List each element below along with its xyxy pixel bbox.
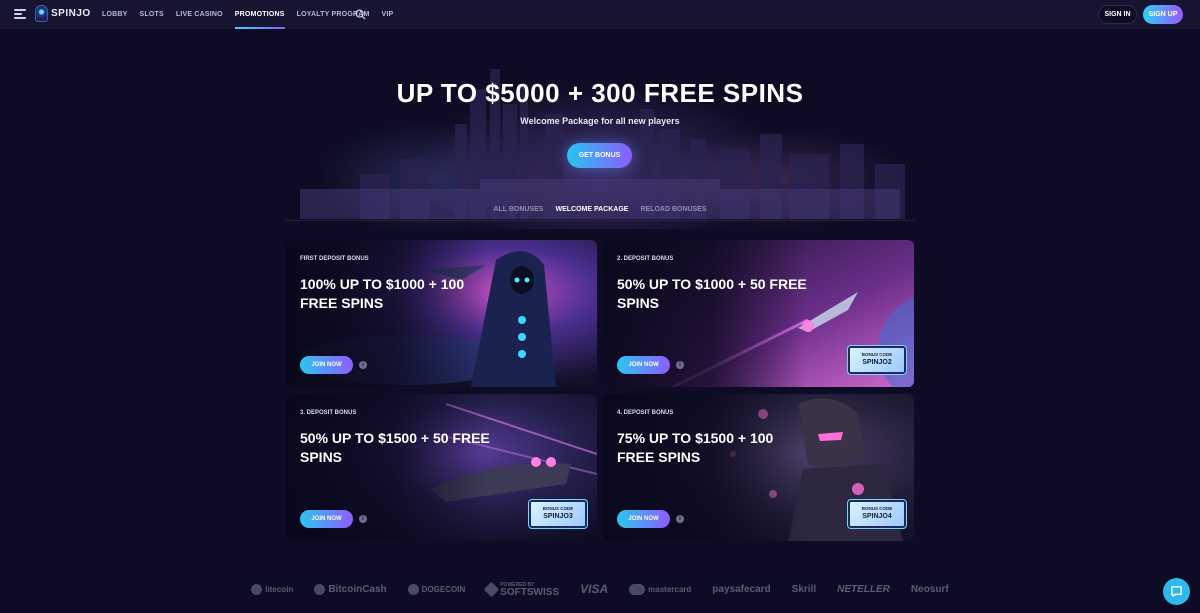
bonus-code-label: BONUS CODE [861, 352, 893, 357]
nav-item-lobby[interactable]: LOBBY [96, 0, 134, 29]
logo-text: SPINJO [51, 8, 91, 19]
bonus-card-second-deposit: 2. DEPOSIT BONUS 50% UP TO $1000 + 50 FR… [603, 240, 914, 387]
bonus-code-label: BONUS CODE [542, 506, 574, 511]
card-label: FIRST DEPOSIT BONUS [300, 256, 369, 262]
info-icon[interactable]: i [676, 361, 684, 369]
info-icon[interactable]: i [676, 515, 684, 523]
join-now-button[interactable]: JOIN NOW [617, 510, 670, 528]
join-now-button[interactable]: JOIN NOW [617, 356, 670, 374]
payment-skrill: Skrill [791, 583, 817, 595]
nav-item-vip[interactable]: VIP [376, 0, 400, 29]
card-label: 2. DEPOSIT BONUS [617, 256, 674, 262]
bonus-code-value: SPINJO2 [862, 359, 892, 366]
info-icon[interactable]: i [359, 515, 367, 523]
sign-up-button[interactable]: SIGN UP [1143, 5, 1183, 24]
card-title: 75% UP TO $1500 + 100 FREE SPINS [617, 430, 774, 465]
live-chat-button[interactable] [1163, 578, 1190, 605]
payment-methods-row: litecoin BitcoinCash DOGECOIN POWERED BY… [0, 581, 1200, 598]
hamburger-menu-icon[interactable] [14, 9, 26, 19]
card-title: 50% UP TO $1500 + 50 FREE SPINS [300, 430, 490, 465]
payment-paysafecard: paysafecard [712, 583, 771, 595]
alien-logo-icon [35, 5, 48, 22]
get-bonus-button[interactable]: GET BONUS [567, 143, 632, 168]
search-icon[interactable] [355, 9, 366, 20]
payment-litecoin: litecoin [251, 583, 293, 595]
bonus-card-third-deposit: 3. DEPOSIT BONUS 50% UP TO $1500 + 50 FR… [286, 394, 597, 541]
nav-item-promotions[interactable]: PROMOTIONS [229, 0, 291, 29]
bitcoincash-icon [314, 583, 326, 595]
payment-neteller: NETELLER [837, 583, 890, 595]
bonus-card-fourth-deposit: 4. DEPOSIT BONUS 75% UP TO $1500 + 100 F… [603, 394, 914, 541]
softswiss-icon [483, 581, 500, 597]
payment-dogecoin: DOGECOIN [407, 583, 465, 595]
litecoin-icon [251, 583, 263, 595]
payment-neosurf: Neosurf [910, 583, 949, 595]
tabs-divider [285, 220, 915, 221]
main-nav: LOBBY SLOTS LIVE CASINO PROMOTIONS LOYAL… [96, 0, 399, 29]
payment-bitcoincash: BitcoinCash [314, 583, 387, 595]
card-label: 4. DEPOSIT BONUS [617, 410, 674, 416]
bonus-code-value: SPINJO3 [543, 513, 573, 520]
tab-reload-bonuses[interactable]: RELOAD BONUSES [640, 206, 706, 218]
nav-item-live-casino[interactable]: LIVE CASINO [170, 0, 229, 29]
sign-in-button[interactable]: SIGN IN [1098, 5, 1137, 24]
hero-title: UP TO $5000 + 300 FREE SPINS [396, 78, 804, 108]
tab-welcome-package[interactable]: WELCOME PACKAGE [555, 206, 628, 218]
hero-subtitle: Welcome Package for all new players [520, 116, 680, 126]
bonus-code-badge[interactable]: BONUS CODE SPINJO4 [847, 499, 907, 529]
nav-item-slots[interactable]: SLOTS [134, 0, 170, 29]
card-label: 3. DEPOSIT BONUS [300, 410, 357, 416]
payment-mastercard: mastercard [629, 583, 691, 595]
logo[interactable]: SPINJO [35, 5, 91, 22]
promotion-tabs: ALL BONUSES WELCOME PACKAGE RELOAD BONUS… [0, 206, 1200, 218]
payment-visa: VISA [580, 582, 609, 596]
bonus-code-badge[interactable]: BONUS CODE SPINJO2 [847, 345, 907, 375]
card-title: 50% UP TO $1000 + 50 FREE SPINS [617, 276, 807, 311]
bonus-card-first-deposit: FIRST DEPOSIT BONUS 100% UP TO $1000 + 1… [286, 240, 597, 387]
mastercard-icon [629, 583, 646, 595]
bonus-code-label: BONUS CODE [861, 506, 893, 511]
join-now-button[interactable]: JOIN NOW [300, 510, 353, 528]
hero-banner [0, 29, 1200, 229]
chat-bubble-icon [1171, 586, 1182, 597]
info-icon[interactable]: i [359, 361, 367, 369]
dogecoin-icon [407, 583, 419, 595]
join-now-button[interactable]: JOIN NOW [300, 356, 353, 374]
bonus-code-value: SPINJO4 [862, 513, 892, 520]
card-title: 100% UP TO $1000 + 100 FREE SPINS [300, 276, 465, 311]
bonus-code-badge[interactable]: BONUS CODE SPINJO3 [528, 499, 588, 529]
payment-softswiss: POWERED BY SOFTSWISS [483, 581, 559, 598]
top-navbar: SPINJO LOBBY SLOTS LIVE CASINO PROMOTION… [0, 0, 1200, 29]
tab-all-bonuses[interactable]: ALL BONUSES [493, 206, 543, 218]
